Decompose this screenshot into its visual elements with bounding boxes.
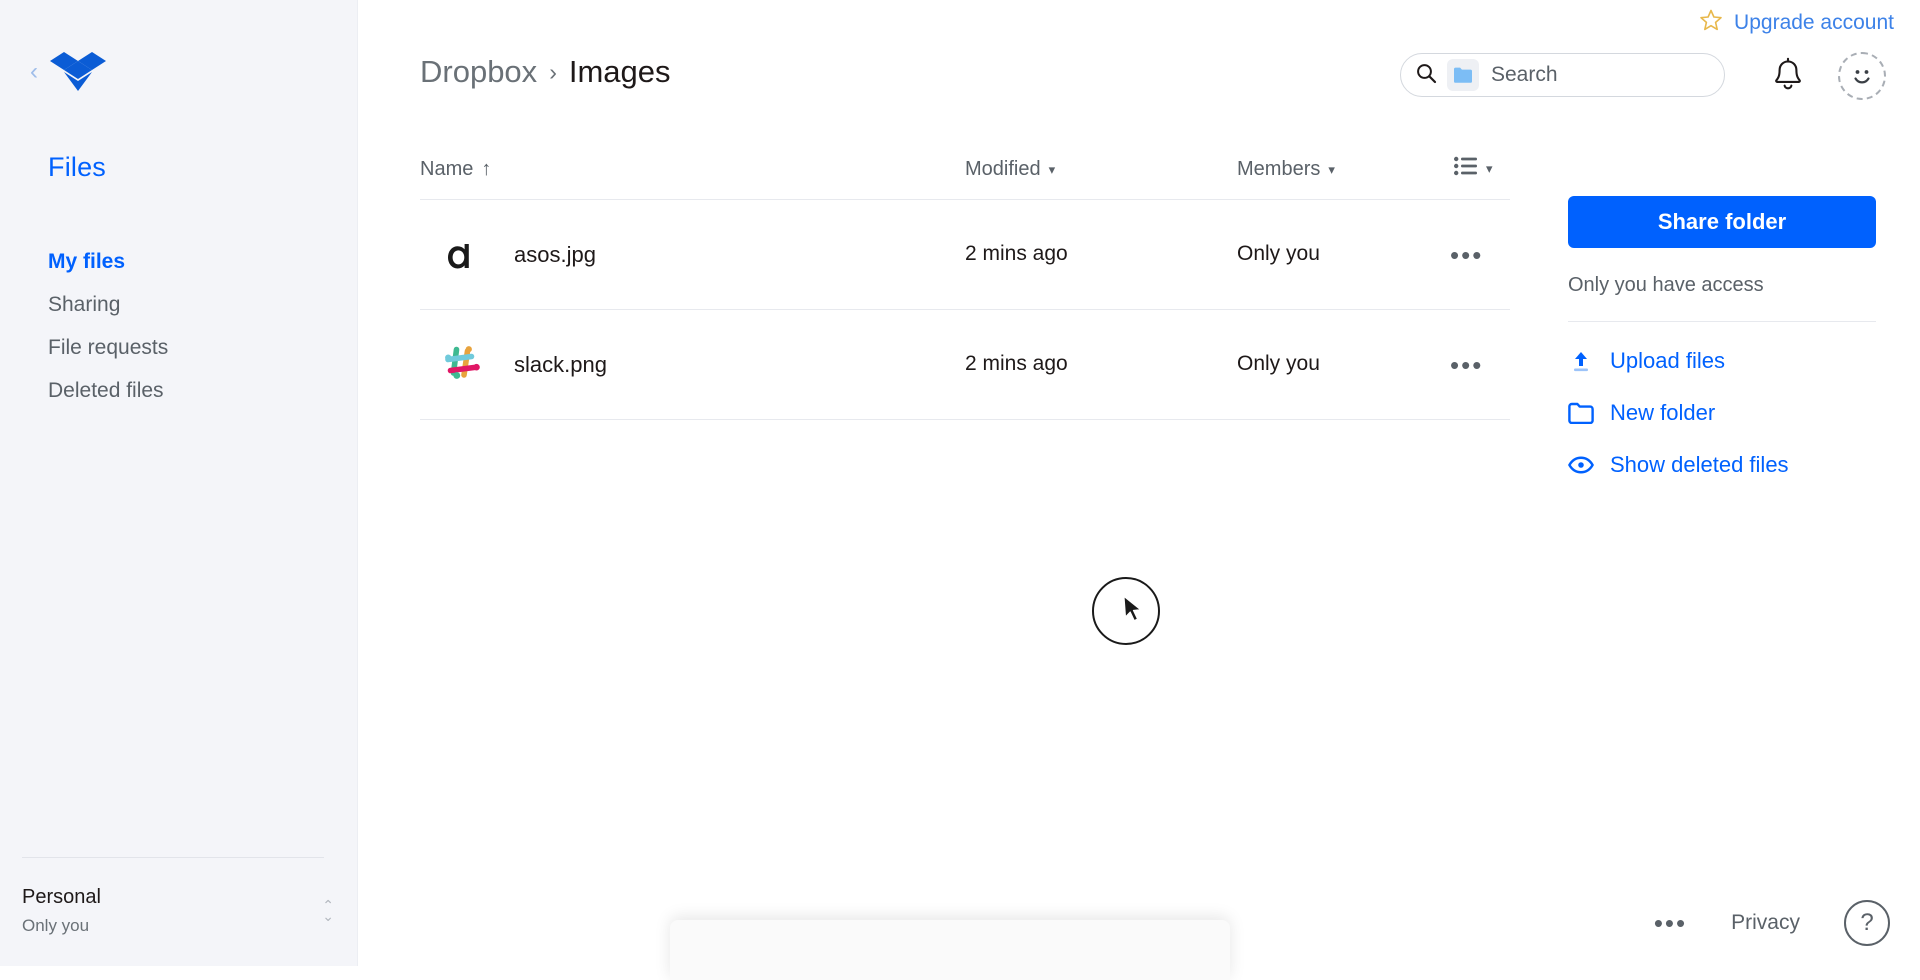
smiley-avatar-icon: [1854, 70, 1870, 84]
account-sub: Only you: [22, 916, 90, 935]
panel-divider: [1568, 321, 1876, 322]
breadcrumb-root[interactable]: Dropbox: [420, 54, 537, 90]
dropbox-logo-icon[interactable]: [50, 48, 106, 96]
asos-logo-icon: [442, 234, 486, 278]
file-table: Name ↑ Modified ▾ Members ▾ ▾ asos.jpg 2…: [420, 148, 1510, 420]
account-stepper-icon[interactable]: ⌃ ⌄: [322, 898, 334, 925]
sort-ascending-icon: ↑: [481, 158, 492, 180]
upload-files-action[interactable]: Upload files: [1568, 348, 1876, 374]
chevron-down-icon: ⌄: [322, 908, 334, 925]
search-scope-folder-chip[interactable]: [1447, 59, 1479, 91]
slack-logo-icon: [442, 344, 486, 388]
column-header-members-label: Members: [1237, 158, 1321, 180]
bottom-toast-card: [670, 920, 1230, 980]
chevron-down-icon: ▾: [1486, 161, 1493, 176]
account-text: Personal Only you: [22, 884, 322, 939]
column-header-modified[interactable]: Modified ▾: [965, 158, 1055, 181]
upload-icon: [1568, 348, 1594, 374]
column-header-modified-label: Modified: [965, 158, 1041, 180]
help-button[interactable]: ?: [1844, 900, 1890, 946]
logo-row[interactable]: ‹: [30, 48, 106, 96]
file-members: Only you: [1237, 352, 1320, 375]
new-folder-label: New folder: [1610, 400, 1716, 425]
sidebar-heading: Files: [48, 152, 107, 182]
search-input[interactable]: Search: [1400, 53, 1725, 97]
row-more-button[interactable]: •••: [1450, 240, 1483, 271]
eye-icon: [1568, 452, 1594, 478]
column-header-name[interactable]: Name ↑: [420, 158, 491, 181]
search-icon: [1415, 62, 1437, 89]
column-header-name-label: Name: [420, 158, 474, 180]
new-folder-action[interactable]: New folder: [1568, 400, 1876, 426]
upgrade-account-label: Upgrade account: [1734, 10, 1894, 34]
table-header: Name ↑ Modified ▾ Members ▾ ▾: [420, 148, 1510, 200]
breadcrumb-separator-icon: ›: [549, 58, 557, 85]
view-mode-toggle[interactable]: ▾: [1454, 156, 1493, 182]
sidebar-nav: My files Sharing File requests Deleted f…: [48, 240, 328, 412]
breadcrumb: Dropbox › Images: [420, 54, 671, 90]
sidebar-divider: [22, 857, 324, 858]
sidebar-item-my-files[interactable]: My files: [48, 240, 328, 283]
share-folder-button[interactable]: Share folder: [1568, 196, 1876, 248]
show-deleted-files-action[interactable]: Show deleted files: [1568, 452, 1876, 478]
new-folder-icon: [1568, 400, 1594, 426]
mouse-pointer-icon: [1122, 595, 1148, 634]
folder-actions-panel: Share folder Only you have access Upload…: [1568, 196, 1876, 478]
account-switcher[interactable]: Personal Only you ⌃ ⌄: [22, 884, 334, 939]
search-placeholder: Search: [1491, 63, 1558, 86]
folder-icon: [1454, 67, 1472, 83]
page-title: Images: [568, 54, 671, 89]
show-deleted-files-label: Show deleted files: [1610, 452, 1789, 477]
file-members: Only you: [1237, 242, 1320, 265]
file-name: asos.jpg: [514, 242, 596, 267]
chevron-down-icon: ▾: [1328, 161, 1335, 177]
footer-more-button[interactable]: •••: [1654, 908, 1687, 939]
access-note: Only you have access: [1568, 274, 1764, 296]
sidebar: ‹ Files My files Sharing File requests D…: [0, 0, 358, 966]
table-row[interactable]: asos.jpg 2 mins ago Only you •••: [420, 200, 1510, 310]
column-header-members[interactable]: Members ▾: [1237, 158, 1335, 181]
chevron-left-icon[interactable]: ‹: [30, 60, 38, 84]
file-modified: 2 mins ago: [965, 352, 1068, 375]
star-icon: [1699, 8, 1723, 37]
sidebar-item-sharing[interactable]: Sharing: [48, 283, 328, 326]
account-name: Personal: [22, 886, 101, 908]
table-row[interactable]: slack.png 2 mins ago Only you •••: [420, 310, 1510, 420]
row-more-button[interactable]: •••: [1450, 350, 1483, 381]
upgrade-account-link[interactable]: Upgrade account: [1699, 8, 1894, 37]
bell-icon[interactable]: [1770, 57, 1806, 100]
privacy-link[interactable]: Privacy: [1731, 911, 1800, 935]
footer: ••• Privacy ?: [1654, 900, 1890, 946]
sidebar-item-deleted-files[interactable]: Deleted files: [48, 369, 328, 412]
avatar[interactable]: [1838, 52, 1886, 100]
list-view-icon: [1454, 156, 1478, 182]
sidebar-item-file-requests[interactable]: File requests: [48, 326, 328, 369]
file-name: slack.png: [514, 352, 607, 377]
upload-files-label: Upload files: [1610, 348, 1725, 373]
chevron-down-icon: ▾: [1048, 161, 1056, 177]
file-modified: 2 mins ago: [965, 242, 1068, 265]
